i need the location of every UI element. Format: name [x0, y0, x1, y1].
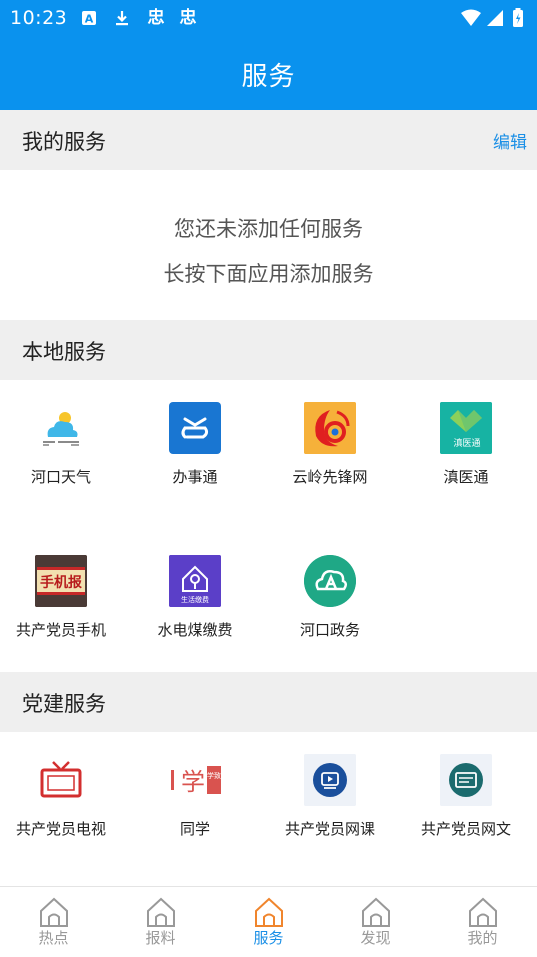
local-services-header: 本地服务: [0, 320, 537, 380]
app-notification-icon: 忠: [147, 8, 165, 28]
dianyitong-icon: 滇医通: [440, 402, 492, 454]
status-bar: 10:23 A 忠 忠: [0, 0, 537, 38]
service-item-utility-payment[interactable]: 生活缴费 水电煤缴费: [128, 533, 262, 653]
status-time: 10:23: [10, 7, 68, 29]
download-icon: [113, 9, 131, 27]
nav-item-hot[interactable]: 热点: [0, 887, 107, 957]
service-item-video-course[interactable]: 共产党员网课: [263, 732, 397, 852]
service-item-party-tv[interactable]: 共产党员电视: [0, 732, 128, 852]
edit-button[interactable]: 编辑: [493, 128, 527, 153]
home-icon: [39, 897, 68, 927]
battery-icon: [512, 8, 524, 27]
svg-text:学致: 学致: [207, 771, 221, 780]
service-item-yunling[interactable]: 云岭先锋网: [263, 380, 397, 500]
party-services-header: 党建服务: [0, 672, 537, 732]
svg-text:A: A: [85, 13, 94, 26]
service-label: 共产党员手机: [15, 621, 106, 639]
service-item-banshitong[interactable]: 办事通: [128, 380, 262, 500]
tv-icon: [35, 754, 87, 806]
section-title: 本地服务: [22, 340, 106, 364]
nav-item-report[interactable]: 报料: [107, 887, 214, 957]
nav-item-discover[interactable]: 发现: [322, 887, 429, 957]
service-label: 同学: [179, 820, 210, 838]
nav-item-mine[interactable]: 我的: [429, 887, 536, 957]
video-course-icon: [304, 754, 356, 806]
nav-label: 报料: [145, 929, 176, 947]
service-label: 河口天气: [30, 468, 91, 486]
nav-item-services[interactable]: 服务: [215, 887, 322, 957]
svg-text:学: 学: [181, 768, 205, 796]
wifi-icon: [460, 9, 482, 27]
service-label: 云岭先锋网: [292, 468, 368, 486]
section-title: 党建服务: [22, 692, 106, 716]
empty-message-line1: 您还未添加任何服务: [174, 217, 363, 241]
section-title: 我的服务: [22, 130, 106, 154]
page-title: 服务: [241, 61, 296, 92]
government-cloud-icon: [304, 555, 356, 607]
weather-icon: [35, 402, 87, 454]
nav-label: 服务: [253, 929, 284, 947]
service-label: 水电煤缴费: [157, 621, 233, 639]
service-label: 河口政务: [299, 621, 360, 639]
app-notification-icon: 忠: [179, 8, 197, 28]
utility-payment-icon: 生活缴费: [169, 555, 221, 607]
my-services-header: 我的服务 编辑: [0, 110, 537, 170]
nav-label: 热点: [38, 929, 69, 947]
service-item-dianyitong[interactable]: 滇医通 滇医通: [399, 380, 533, 500]
empty-message-line2: 长按下面应用添加服务: [163, 262, 374, 286]
svg-text:生活缴费: 生活缴费: [181, 595, 209, 604]
article-icon: [440, 754, 492, 806]
service-label: 共产党员网文: [420, 820, 511, 838]
app-bar: 服务: [0, 38, 537, 110]
service-label: 共产党员网课: [284, 820, 375, 838]
service-label: 办事通: [172, 468, 218, 486]
home-icon: [361, 897, 390, 927]
banshitong-icon: [169, 402, 221, 454]
svg-text:滇医通: 滇医通: [453, 437, 480, 449]
home-icon: [146, 897, 175, 927]
nav-label: 发现: [360, 929, 391, 947]
service-label: 共产党员电视: [15, 820, 106, 838]
tongxue-icon: 学 学致: [169, 754, 221, 806]
service-item-phone-newspaper[interactable]: 手机报 共产党员手机: [0, 533, 128, 653]
notification-a-icon: A: [80, 9, 98, 27]
service-label: 滇医通: [443, 468, 489, 486]
svg-text:手机报: 手机报: [40, 574, 82, 591]
home-icon: [254, 897, 283, 927]
cell-signal-icon: [486, 9, 504, 27]
service-item-article[interactable]: 共产党员网文: [399, 732, 533, 852]
service-item-weather[interactable]: 河口天气: [0, 380, 128, 500]
service-item-government[interactable]: 河口政务: [263, 533, 397, 653]
bottom-navigation: 热点 报料 服务 发现 我的: [0, 886, 537, 957]
phone-newspaper-icon: 手机报: [35, 555, 87, 607]
service-item-tongxue[interactable]: 学 学致 同学: [128, 732, 262, 852]
nav-label: 我的: [467, 929, 498, 947]
home-icon: [468, 897, 497, 927]
yunling-icon: [304, 402, 356, 454]
